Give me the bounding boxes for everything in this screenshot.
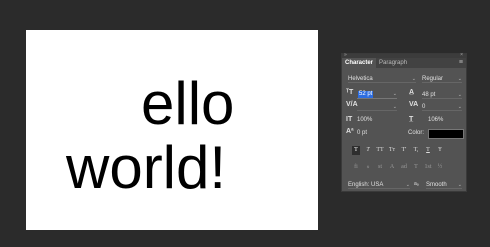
subscript-button[interactable]: T, bbox=[412, 146, 420, 155]
kerning-select[interactable]: ⌄ bbox=[357, 103, 397, 111]
font-size-value: 52 pt bbox=[358, 91, 374, 98]
ordinals-button[interactable]: 1st bbox=[424, 163, 432, 172]
font-size-icon: ᵀT bbox=[346, 89, 354, 96]
chevron-down-icon: ⌄ bbox=[411, 75, 416, 82]
chevron-down-icon: ⌄ bbox=[405, 181, 410, 188]
vertical-scale-input[interactable]: 100% bbox=[357, 117, 372, 123]
font-family-select[interactable]: Helvetica ⌄ bbox=[348, 75, 416, 83]
anti-alias-select[interactable]: Smooth ⌄ bbox=[426, 181, 462, 189]
underline-button[interactable]: T bbox=[424, 146, 432, 155]
tracking-value: 0 bbox=[422, 103, 426, 110]
language-select[interactable]: English: USA ⌄ bbox=[348, 181, 410, 189]
character-panel: » × Character Paragraph ≡ Helvetica ⌄ Re… bbox=[341, 52, 467, 192]
chevron-down-icon: ⌄ bbox=[392, 103, 397, 110]
stylistic-alternates-button[interactable]: st bbox=[376, 163, 384, 172]
opentype-buttons: fi ℴ st A ad T 1st ½ bbox=[352, 163, 444, 172]
color-label: Color: bbox=[408, 130, 425, 136]
chevron-down-icon: ⌄ bbox=[392, 91, 397, 97]
anti-alias-value: Smooth bbox=[426, 181, 447, 188]
leading-icon: A̲ bbox=[409, 89, 415, 96]
strikethrough-button[interactable]: Ŧ bbox=[436, 146, 444, 155]
text-layer-line-2[interactable]: world! bbox=[66, 138, 226, 198]
vertical-scale-icon: IT bbox=[346, 116, 353, 123]
titling-alternates-button[interactable]: ad bbox=[400, 163, 408, 172]
tracking-select[interactable]: 0 ⌄ bbox=[422, 103, 462, 111]
horizontal-scale-icon: T̲ bbox=[409, 116, 414, 123]
chevron-down-icon: ⌄ bbox=[457, 181, 462, 188]
tracking-icon: VA bbox=[409, 101, 419, 108]
panel-menu-icon[interactable]: ≡ bbox=[459, 59, 463, 66]
chevron-down-icon: ⌄ bbox=[457, 103, 462, 110]
chevron-down-icon: ⌄ bbox=[457, 75, 462, 82]
color-swatch[interactable] bbox=[428, 129, 464, 139]
document-canvas[interactable]: ello world! bbox=[26, 30, 318, 230]
horizontal-scale-input[interactable]: 106% bbox=[428, 117, 443, 123]
baseline-shift-input[interactable]: 0 pt bbox=[357, 130, 367, 136]
discretionary-ligatures-button[interactable]: ℴ bbox=[364, 163, 372, 172]
font-family-value: Helvetica bbox=[348, 75, 373, 82]
superscript-button[interactable]: T' bbox=[400, 146, 408, 155]
faux-bold-button[interactable]: T bbox=[352, 146, 360, 155]
leading-select[interactable]: 48 pt ⌄ bbox=[422, 91, 462, 99]
baseline-shift-icon: Aª bbox=[346, 128, 354, 135]
chevron-down-icon: ⌄ bbox=[457, 91, 462, 98]
text-layer-line-1[interactable]: ello bbox=[141, 74, 234, 134]
language-value: English: USA bbox=[348, 181, 384, 188]
panel-tabs: Character Paragraph ≡ bbox=[342, 58, 466, 68]
font-size-input[interactable]: 52 pt ⌄ bbox=[357, 91, 397, 99]
fractions-button[interactable]: ½ bbox=[436, 163, 444, 172]
leading-value: 48 pt bbox=[422, 91, 436, 98]
type-style-buttons: T T TT Tт T' T, T Ŧ bbox=[352, 146, 444, 155]
all-caps-button[interactable]: TT bbox=[376, 146, 384, 155]
tab-paragraph[interactable]: Paragraph bbox=[376, 58, 410, 68]
kerning-icon: V/A bbox=[346, 101, 358, 108]
tab-character[interactable]: Character bbox=[342, 58, 377, 68]
small-caps-button[interactable]: Tт bbox=[388, 146, 396, 155]
font-style-value: Regular bbox=[422, 75, 444, 82]
ligatures-button[interactable]: fi bbox=[352, 163, 360, 172]
faux-italic-button[interactable]: T bbox=[364, 146, 372, 155]
anti-alias-icon: aₐ bbox=[414, 181, 419, 187]
contextual-alternates-button[interactable]: T bbox=[412, 163, 420, 172]
swash-button[interactable]: A bbox=[388, 163, 396, 172]
font-style-select[interactable]: Regular ⌄ bbox=[422, 75, 462, 83]
